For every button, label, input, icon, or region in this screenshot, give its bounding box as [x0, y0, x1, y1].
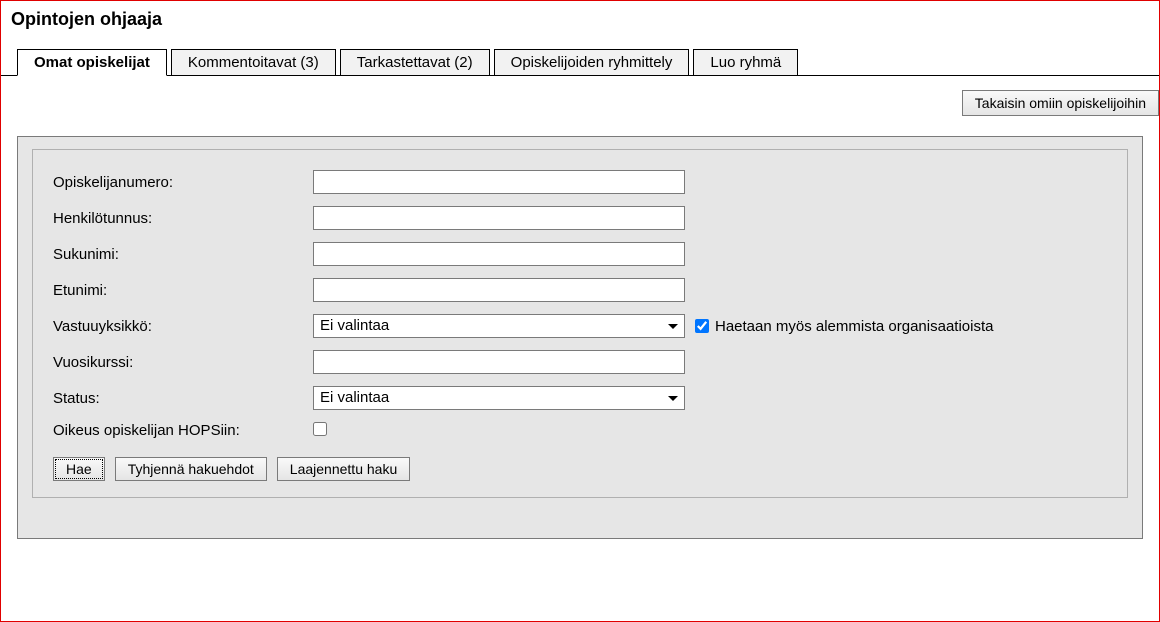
- personal-id-label: Henkilötunnus:: [53, 210, 313, 227]
- hops-right-checkbox[interactable]: [313, 422, 327, 436]
- suborg-checkbox-label: Haetaan myös alemmista organisaatioista: [715, 318, 993, 335]
- row-hops-right: Oikeus opiskelijan HOPSiin:: [53, 422, 1107, 439]
- row-personal-id: Henkilötunnus:: [53, 206, 1107, 230]
- row-status: Status: Ei valintaa: [53, 386, 1107, 410]
- app-window: Opintojen ohjaaja Omat opiskelijat Komme…: [0, 0, 1160, 622]
- status-selected-value: Ei valintaa: [320, 389, 389, 406]
- row-year: Vuosikurssi:: [53, 350, 1107, 374]
- back-to-own-students-button[interactable]: Takaisin omiin opiskelijoihin: [962, 90, 1159, 116]
- button-row: Hae Tyhjennä hakuehdot Laajennettu haku: [53, 457, 1107, 481]
- page-title: Opintojen ohjaaja: [1, 1, 1159, 34]
- personal-id-input[interactable]: [313, 206, 685, 230]
- row-student-number: Opiskelijanumero:: [53, 170, 1107, 194]
- search-button[interactable]: Hae: [53, 457, 105, 481]
- tab-reviewable[interactable]: Tarkastettavat (2): [340, 49, 490, 76]
- student-number-label: Opiskelijanumero:: [53, 174, 313, 191]
- student-number-input[interactable]: [313, 170, 685, 194]
- tab-label: Kommentoitavat (3): [188, 54, 319, 71]
- lastname-label: Sukunimi:: [53, 246, 313, 263]
- toolbar: Takaisin omiin opiskelijoihin: [1, 76, 1159, 116]
- row-unit: Vastuuyksikkö: Ei valintaa Haetaan myös …: [53, 314, 1107, 338]
- row-firstname: Etunimi:: [53, 278, 1107, 302]
- unit-selected-value: Ei valintaa: [320, 317, 389, 334]
- hops-right-label: Oikeus opiskelijan HOPSiin:: [53, 422, 313, 439]
- lastname-input[interactable]: [313, 242, 685, 266]
- year-label: Vuosikurssi:: [53, 354, 313, 371]
- row-lastname: Sukunimi:: [53, 242, 1107, 266]
- tab-create-group[interactable]: Luo ryhmä: [693, 49, 798, 76]
- tab-label: Omat opiskelijat: [34, 54, 150, 71]
- unit-label: Vastuuyksikkö:: [53, 318, 313, 335]
- status-select[interactable]: Ei valintaa: [313, 386, 685, 410]
- tab-own-students[interactable]: Omat opiskelijat: [17, 49, 167, 76]
- firstname-input[interactable]: [313, 278, 685, 302]
- tab-commentable[interactable]: Kommentoitavat (3): [171, 49, 336, 76]
- status-label: Status:: [53, 390, 313, 407]
- tab-student-grouping[interactable]: Opiskelijoiden ryhmittely: [494, 49, 690, 76]
- firstname-label: Etunimi:: [53, 282, 313, 299]
- unit-select[interactable]: Ei valintaa: [313, 314, 685, 338]
- search-panel-outer: Opiskelijanumero: Henkilötunnus: Sukunim…: [17, 136, 1143, 539]
- clear-button[interactable]: Tyhjennä hakuehdot: [115, 457, 267, 481]
- tab-label: Opiskelijoiden ryhmittely: [511, 54, 673, 71]
- year-input[interactable]: [313, 350, 685, 374]
- content-area: Takaisin omiin opiskelijoihin Opiskelija…: [1, 76, 1159, 539]
- tab-label: Tarkastettavat (2): [357, 54, 473, 71]
- advanced-search-button[interactable]: Laajennettu haku: [277, 457, 410, 481]
- tabbar: Omat opiskelijat Kommentoitavat (3) Tark…: [1, 46, 1159, 76]
- suborg-checkbox[interactable]: [695, 319, 709, 333]
- search-panel: Opiskelijanumero: Henkilötunnus: Sukunim…: [32, 149, 1128, 498]
- tab-label: Luo ryhmä: [710, 54, 781, 71]
